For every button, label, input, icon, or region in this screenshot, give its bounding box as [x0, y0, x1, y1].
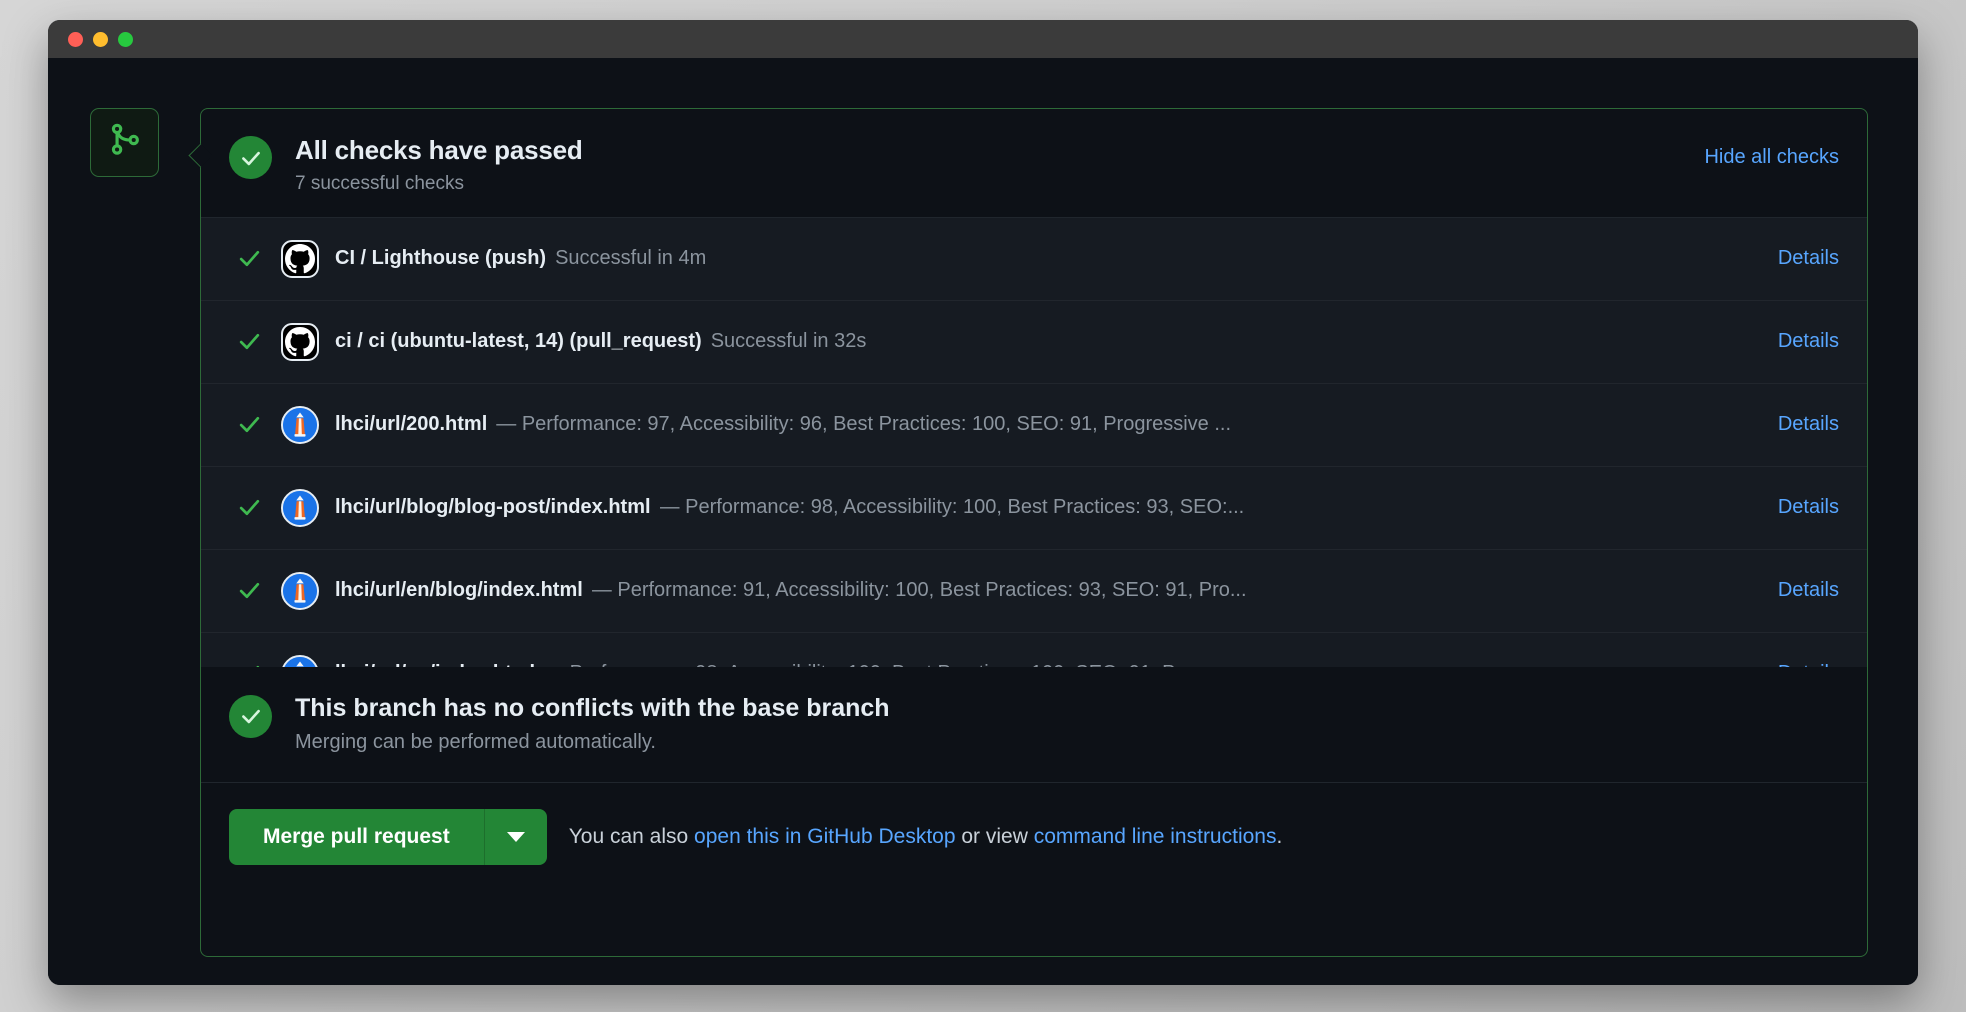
lighthouse-avatar-icon	[281, 654, 319, 667]
checks-header: All checks have passed 7 successful chec…	[201, 109, 1867, 217]
github-avatar-icon	[281, 322, 319, 361]
check-name[interactable]: CI / Lighthouse (push)	[335, 247, 546, 270]
merge-options-dropdown-button[interactable]	[483, 808, 547, 865]
checks-title: All checks have passed	[295, 135, 583, 165]
github-avatar-icon	[281, 239, 319, 278]
window-minimize-button[interactable]	[93, 31, 108, 47]
check-name[interactable]: lhci/url/blog/blog-post/index.html	[335, 496, 651, 519]
window-titlebar	[48, 20, 1918, 58]
merge-note-suffix: .	[1276, 824, 1283, 848]
git-merge-icon	[106, 121, 144, 164]
merge-note-prefix: You can also	[568, 824, 695, 848]
lighthouse-avatar-icon	[281, 488, 319, 527]
check-name[interactable]: lhci/url/200.html	[335, 413, 487, 436]
command-line-instructions-link[interactable]: command line instructions	[1034, 825, 1277, 848]
check-row[interactable]: lhci/url/en/blog/index.html — Performanc…	[201, 549, 1867, 633]
check-description: Successful in 4m	[555, 247, 707, 269]
merge-help-note: You can also open this in GitHub Desktop…	[569, 825, 1283, 849]
hide-all-checks-link[interactable]: Hide all checks	[1704, 146, 1839, 169]
browser-window: All checks have passed 7 successful chec…	[48, 20, 1918, 985]
check-circle-icon	[229, 694, 272, 738]
merge-action-bar: Merge pull request You can also open thi…	[201, 782, 1867, 893]
merge-button-group: Merge pull request	[229, 808, 547, 865]
conflicts-subtitle: Merging can be performed automatically.	[295, 730, 656, 753]
checks-list[interactable]: CI / Lighthouse (push) Successful in 4m …	[201, 216, 1867, 667]
check-icon	[237, 661, 281, 667]
merge-status-box: All checks have passed 7 successful chec…	[200, 108, 1868, 957]
check-details-link[interactable]: Details	[1778, 662, 1839, 667]
check-description: — Performance: 98, Accessibility: 100, B…	[659, 496, 1245, 518]
open-in-github-desktop-link[interactable]: open this in GitHub Desktop	[694, 825, 955, 848]
check-name[interactable]: lhci/url/en/index.html	[335, 662, 535, 667]
lighthouse-avatar-icon	[281, 405, 319, 444]
check-circle-icon	[229, 136, 272, 179]
check-details-link[interactable]: Details	[1778, 579, 1839, 602]
merge-note-middle: or view	[955, 824, 1034, 848]
check-details-link[interactable]: Details	[1778, 330, 1839, 353]
check-description: — Performance: 97, Accessibility: 96, Be…	[496, 413, 1232, 435]
check-description: — Performance: 91, Accessibility: 100, B…	[591, 579, 1247, 601]
check-name[interactable]: ci / ci (ubuntu-latest, 14) (pull_reques…	[335, 330, 702, 353]
check-details-link[interactable]: Details	[1778, 496, 1839, 519]
window-close-button[interactable]	[68, 31, 83, 47]
checks-subtitle: 7 successful checks	[295, 172, 464, 194]
check-description: Successful in 32s	[710, 330, 867, 352]
lighthouse-avatar-icon	[281, 571, 319, 610]
git-merge-badge	[90, 108, 159, 177]
check-row[interactable]: lhci/url/en/index.html — Performance: 98…	[201, 632, 1867, 667]
merge-conflicts-status: This branch has no conflicts with the ba…	[201, 666, 1867, 783]
merge-pull-request-button[interactable]: Merge pull request	[229, 808, 484, 865]
window-zoom-button[interactable]	[118, 31, 133, 47]
check-details-link[interactable]: Details	[1778, 247, 1839, 270]
check-icon	[237, 412, 281, 437]
check-row[interactable]: ci / ci (ubuntu-latest, 14) (pull_reques…	[201, 300, 1867, 384]
conflicts-title: This branch has no conflicts with the ba…	[295, 693, 890, 722]
check-icon	[237, 246, 281, 271]
check-icon	[237, 495, 281, 520]
check-icon	[237, 329, 281, 354]
check-row[interactable]: lhci/url/200.html — Performance: 97, Acc…	[201, 383, 1867, 467]
check-details-link[interactable]: Details	[1778, 413, 1839, 436]
chevron-down-icon	[506, 831, 525, 842]
check-name[interactable]: lhci/url/en/blog/index.html	[335, 579, 583, 602]
check-description: — Performance: 98, Accessibility: 100, B…	[544, 662, 1756, 667]
check-row[interactable]: lhci/url/blog/blog-post/index.html — Per…	[201, 466, 1867, 550]
check-icon	[237, 578, 281, 603]
check-row[interactable]: CI / Lighthouse (push) Successful in 4m …	[201, 217, 1867, 301]
pull-request-merge-section: All checks have passed 7 successful chec…	[48, 58, 1918, 985]
